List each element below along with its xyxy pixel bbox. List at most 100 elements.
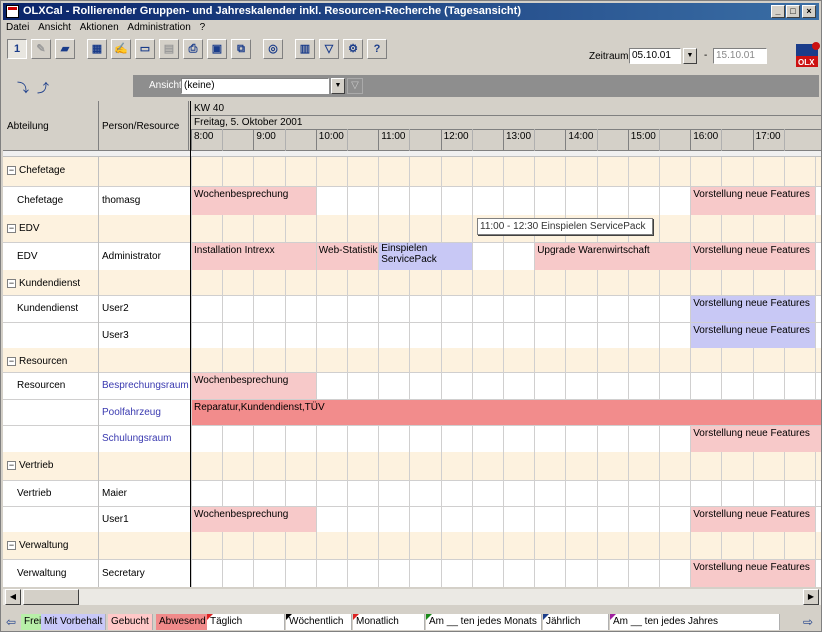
event-block[interactable]: Wochenbesprechung xyxy=(192,507,316,532)
day-view-icon[interactable]: 1 xyxy=(7,39,27,59)
event-block[interactable]: Reparatur,Kundendienst,TÜV xyxy=(192,400,821,425)
logo-text: OLX xyxy=(798,58,815,67)
header-tick xyxy=(534,129,536,151)
print-icon[interactable]: ⎙ xyxy=(183,39,203,59)
group-label[interactable]: Verwaltung xyxy=(19,540,68,551)
help-icon[interactable]: ? xyxy=(367,39,387,59)
collapse-icon[interactable]: − xyxy=(7,166,16,175)
edit-user-icon[interactable]: ✍ xyxy=(111,39,131,59)
person-label[interactable]: User1 xyxy=(102,514,129,525)
zoom-out-icon[interactable]: ⤵ xyxy=(17,79,29,96)
legend-jahr-tag: Am __ ten jedes Jahres xyxy=(610,614,780,630)
header-tick xyxy=(659,129,660,151)
menu-ansicht[interactable]: Ansicht xyxy=(35,22,74,33)
maximize-button[interactable]: □ xyxy=(786,5,800,18)
group-label[interactable]: Vertrieb xyxy=(19,460,53,471)
legend-monatlich: Monatlich xyxy=(353,614,425,630)
preview-icon[interactable]: ▣ xyxy=(207,39,227,59)
group-row xyxy=(3,157,821,186)
group-label[interactable]: Chefetage xyxy=(19,165,65,176)
event-block[interactable]: Vorstellung neue Features xyxy=(691,560,815,587)
arrow-right-icon[interactable]: ⇨ xyxy=(803,613,813,631)
header-tick xyxy=(721,129,723,151)
event-block[interactable]: Web-Statistik xyxy=(316,243,379,270)
event-block[interactable]: Vorstellung neue Features xyxy=(691,426,821,452)
menu-administration[interactable]: Administration xyxy=(124,22,193,33)
collapse-icon[interactable]: − xyxy=(7,357,16,366)
department-label: Chefetage xyxy=(17,195,64,206)
hour-label: 15:00 xyxy=(630,131,656,142)
filter-icon[interactable]: ▽ xyxy=(319,39,339,59)
group-label[interactable]: Resourcen xyxy=(19,356,67,367)
copy-icon[interactable]: ▤ xyxy=(159,39,179,59)
person-label[interactable]: User3 xyxy=(102,330,129,341)
legend-abwesend: Abwesend xyxy=(156,614,210,630)
event-block[interactable]: Upgrade Warenwirtschaft xyxy=(535,243,691,270)
minimize-button[interactable]: _ xyxy=(771,5,785,18)
group-row xyxy=(3,270,821,295)
chevron-down-icon[interactable]: ▼ xyxy=(331,78,345,94)
zoom-in-icon[interactable]: ⤴ xyxy=(37,79,49,96)
menu-aktionen[interactable]: Aktionen xyxy=(77,22,122,33)
event-block[interactable]: Installation Intrexx xyxy=(192,243,316,270)
scroll-thumb[interactable] xyxy=(23,589,79,605)
event-block[interactable]: Vorstellung neue Features xyxy=(691,243,815,270)
person-label[interactable]: Besprechungsraum xyxy=(102,380,189,391)
scroll-right-icon[interactable]: ▶ xyxy=(803,589,819,605)
chevron-down-icon[interactable]: ▼ xyxy=(683,48,697,64)
menu-help[interactable]: ? xyxy=(197,22,209,33)
department-label: Resourcen xyxy=(17,380,66,391)
person-label[interactable]: Administrator xyxy=(102,251,161,262)
export-icon[interactable]: ⧉ xyxy=(231,39,251,59)
collapse-icon[interactable]: − xyxy=(7,279,16,288)
hour-label: 16:00 xyxy=(693,131,719,142)
scroll-left-icon[interactable]: ◀ xyxy=(5,589,21,605)
collapse-icon[interactable]: − xyxy=(7,461,16,470)
person-label[interactable]: Schulungsraum xyxy=(102,433,171,444)
zeitraum-separator: - xyxy=(704,50,708,61)
date-label: Freitag, 5. Oktober 2001 xyxy=(194,117,303,128)
department-label: Verwaltung xyxy=(17,567,67,579)
horizontal-scrollbar[interactable]: ◀ ▶ xyxy=(3,589,821,605)
open-folder-icon[interactable]: ▰ xyxy=(55,39,75,59)
person-label[interactable]: Poolfahrzeug xyxy=(102,407,161,418)
settings-icon[interactable]: ⚙ xyxy=(343,39,363,59)
zeitraum-from-field[interactable]: 05.10.01 xyxy=(629,48,681,64)
header-tick xyxy=(222,129,224,151)
calendar-icon[interactable]: ▦ xyxy=(87,39,107,59)
arrow-left-icon[interactable]: ⇦ xyxy=(6,613,16,631)
title-bar: OLXCal - Rollierender Gruppen- und Jahre… xyxy=(3,3,819,20)
person-label[interactable]: User2 xyxy=(102,303,129,314)
view-filter-icon[interactable]: ▽ xyxy=(347,78,363,94)
person-label[interactable]: thomasg xyxy=(102,195,140,206)
group-label[interactable]: Kundendienst xyxy=(19,278,80,289)
collapse-icon[interactable]: − xyxy=(7,224,16,233)
event-block[interactable]: Vorstellung neue Features xyxy=(691,296,815,322)
group-label[interactable]: EDV xyxy=(19,223,40,234)
event-block[interactable]: Wochenbesprechung xyxy=(192,187,316,215)
collapse-icon[interactable]: − xyxy=(7,541,16,550)
event-block[interactable]: Vorstellung neue Features xyxy=(691,323,815,348)
hour-label: 12:00 xyxy=(443,131,469,142)
header-tick xyxy=(191,129,192,151)
ansicht-select[interactable]: (keine) xyxy=(181,78,329,94)
week-label: KW 40 xyxy=(194,103,225,114)
overview-icon[interactable]: ▥ xyxy=(295,39,315,59)
event-block[interactable]: Wochenbesprechung xyxy=(192,373,316,399)
event-block[interactable]: Vorstellung neue Features xyxy=(691,187,815,215)
event-block[interactable]: Einspielen ServicePack xyxy=(379,243,472,270)
person-label[interactable]: Maier xyxy=(102,488,127,499)
menu-datei[interactable]: Datei xyxy=(3,22,32,33)
drive-icon[interactable]: ▭ xyxy=(135,39,155,59)
ansicht-panel: Ansicht: (keine) ▼ ▽ xyxy=(133,75,819,97)
grid-line xyxy=(471,157,473,587)
close-button[interactable]: × xyxy=(802,5,816,18)
event-block[interactable]: Vorstellung neue Features xyxy=(691,507,815,532)
col-header-person[interactable]: Person/Resource xyxy=(102,121,179,132)
new-entry-icon[interactable]: ✎ xyxy=(31,39,51,59)
zeitraum-to-field[interactable]: 15.10.01 xyxy=(713,48,767,64)
binoculars-icon[interactable]: ◎ xyxy=(263,39,283,59)
col-header-abteilung[interactable]: Abteilung xyxy=(7,121,49,132)
person-label[interactable]: Secretary xyxy=(102,568,145,579)
window-title: OLXCal - Rollierender Gruppen- und Jahre… xyxy=(23,5,521,17)
